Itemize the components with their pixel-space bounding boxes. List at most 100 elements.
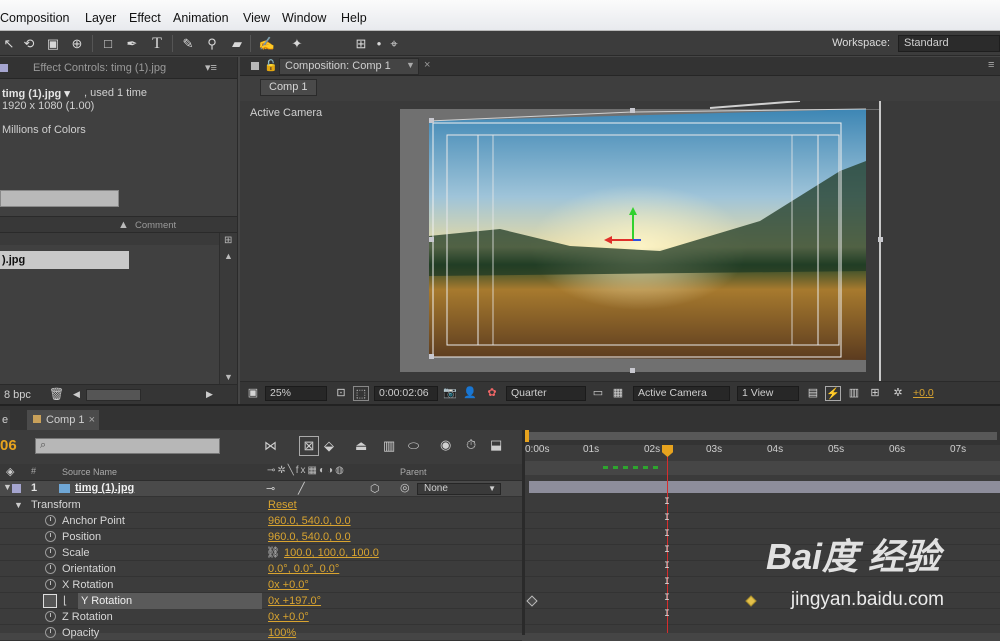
fit-icon[interactable]: ⊡ <box>333 386 349 401</box>
composition-mini-flowchart-icon[interactable]: ⋈ <box>264 438 277 454</box>
quality-switch-icon[interactable]: ╱ <box>298 482 305 495</box>
property-row-position[interactable]: Position 960.0, 540.0, 0.0 <box>0 529 522 545</box>
stopwatch-icon[interactable] <box>45 579 56 590</box>
keyframe[interactable] <box>526 595 538 607</box>
expand-twirl-icon[interactable]: ▼ <box>14 497 23 513</box>
panel-menu-icon[interactable]: ▾≡ <box>205 57 217 79</box>
label-tag-icon[interactable]: ◈ <box>6 465 14 478</box>
pixel-aspect-icon[interactable]: ▤ <box>805 386 821 401</box>
flowchart-icon[interactable]: ⊞ <box>867 386 883 401</box>
workspace-select[interactable]: Standard <box>898 35 1000 52</box>
property-value[interactable]: 100% <box>268 625 296 641</box>
handle-t[interactable] <box>630 108 635 113</box>
graph-editor-icon[interactable]: ⏱ <box>466 437 476 453</box>
fast-previews-icon[interactable]: ⚡ <box>825 386 841 401</box>
property-row-y-rotation[interactable]: ⌊ Y Rotation 0x +197.0° <box>0 593 522 609</box>
roto-brush-tool-icon[interactable]: ✍ <box>258 35 276 52</box>
show-snapshot-icon[interactable]: 👤 <box>462 386 478 401</box>
tab-render-queue[interactable]: e <box>0 410 11 430</box>
transform-group-row[interactable]: ▼ Transform Reset <box>0 497 522 513</box>
menu-help[interactable]: Help <box>341 11 367 25</box>
panel-menu-icon[interactable]: ≡ <box>988 59 994 71</box>
menu-effect[interactable]: Effect <box>129 11 161 25</box>
property-value[interactable]: 0x +0.0° <box>268 577 309 593</box>
comp-navigator-button[interactable]: Comp 1 <box>260 79 317 96</box>
stopwatch-icon[interactable] <box>45 563 56 574</box>
timecode-field[interactable]: 0:00:02:06 <box>374 386 438 401</box>
stopwatch-icon[interactable] <box>45 531 56 542</box>
current-time-display[interactable]: 06 <box>0 437 17 454</box>
search-field[interactable] <box>0 190 119 207</box>
menu-composition[interactable]: Composition <box>0 11 69 25</box>
eraser-tool-icon[interactable]: ▰ <box>228 35 246 52</box>
shy-icon[interactable]: ⬙ <box>324 438 334 454</box>
chevron-down-icon[interactable]: ▼ <box>406 60 415 70</box>
stopwatch-icon[interactable] <box>45 547 56 558</box>
handle-l[interactable] <box>429 237 434 242</box>
property-row-opacity[interactable]: Opacity 100% <box>0 625 522 641</box>
transform-reset-link[interactable]: Reset <box>268 497 297 513</box>
scroll-right-icon[interactable]: ▶ <box>206 389 213 400</box>
property-value[interactable]: 0.0°, 0.0°, 0.0° <box>268 561 339 577</box>
menu-animation[interactable]: Animation <box>173 11 229 25</box>
layer-row[interactable]: ▼ 1 timg (1).jpg ⊸ ╱ ⬡ ◎ None ▼ <box>0 481 522 497</box>
constrain-proportions-icon[interactable]: ⛓ <box>266 545 280 561</box>
menu-window[interactable]: Window <box>282 11 326 25</box>
selection-tool-icon[interactable]: ↖ <box>0 35 18 52</box>
effect-controls-title[interactable]: Effect Controls: timg (1).jpg <box>33 57 166 79</box>
property-row-orientation[interactable]: Orientation 0.0°, 0.0°, 0.0° <box>0 561 522 577</box>
composition-tab[interactable]: Composition: Comp 1 <box>279 58 419 75</box>
work-area-range[interactable] <box>527 432 997 440</box>
handle-b[interactable] <box>630 368 635 373</box>
property-value[interactable]: 0x +0.0° <box>268 609 309 625</box>
brush-tool-icon[interactable]: ✎ <box>179 35 197 52</box>
property-row-z-rotation[interactable]: Z Rotation 0x +0.0° <box>0 609 522 625</box>
source-name[interactable]: timg (1).jpg ▾ <box>2 87 70 100</box>
property-row-anchor-point[interactable]: Anchor Point 960.0, 540.0, 0.0 <box>0 513 522 529</box>
menu-view[interactable]: View <box>243 11 270 25</box>
expand-twirl-icon[interactable]: ▼ <box>3 482 12 492</box>
safe-zones-icon[interactable]: ⬚ <box>353 386 369 401</box>
graph-icon[interactable]: ⌊ <box>63 593 67 609</box>
viewer-canvas[interactable] <box>240 101 1000 381</box>
column-source-name-header[interactable]: Source Name <box>62 467 117 477</box>
rectangle-tool-icon[interactable]: □ <box>99 35 117 52</box>
keyframe-selected[interactable] <box>745 595 757 607</box>
property-row-x-rotation[interactable]: X Rotation 0x +0.0° <box>0 577 522 593</box>
clone-stamp-tool-icon[interactable]: ⚲ <box>203 35 221 52</box>
axis-mode-icon[interactable]: ⊞ <box>352 35 370 52</box>
work-area-bar[interactable] <box>525 428 1000 445</box>
comment-column-header[interactable]: Comment <box>135 220 176 231</box>
magnification-select[interactable]: 25% <box>265 386 327 401</box>
property-value[interactable]: 0x +197.0° <box>268 593 321 609</box>
shy-switch-icon[interactable]: ⊸ <box>266 482 275 495</box>
switches-header-icons[interactable]: ⊸✲╲fx▦◐◑◍ <box>267 465 346 476</box>
motion-blur-icon[interactable]: ▥ <box>383 438 395 454</box>
region-of-interest-icon[interactable]: ▭ <box>590 386 606 401</box>
pick-whip-icon[interactable]: ◎ <box>400 481 410 494</box>
close-icon[interactable]: × <box>89 410 95 430</box>
scroll-up-icon[interactable]: ▲ <box>224 251 233 261</box>
pen-tool-icon[interactable]: ✒ <box>123 35 141 52</box>
handle-bl[interactable] <box>429 354 434 359</box>
tab-comp-1[interactable]: Comp 1 × <box>27 410 99 430</box>
puppet-pin-tool-icon[interactable]: ✦ <box>288 35 306 52</box>
property-value[interactable]: 960.0, 540.0, 0.0 <box>268 513 351 529</box>
resolution-select[interactable]: Quarter <box>506 386 586 401</box>
auto-keyframe-icon[interactable]: ◉ <box>440 437 451 453</box>
timeline-icon[interactable]: ▥ <box>846 386 862 401</box>
view-layout-select[interactable]: 1 View <box>737 386 799 401</box>
always-preview-icon[interactable]: ▣ <box>245 386 261 401</box>
exposure-value[interactable]: +0.0 <box>913 387 934 399</box>
pan-behind-tool-icon[interactable]: ⊕ <box>68 35 86 52</box>
column-parent-header[interactable]: Parent <box>400 467 427 477</box>
3d-layer-icon[interactable]: ⬡ <box>370 482 380 495</box>
live-update-icon[interactable]: ⬓ <box>490 437 502 453</box>
handle-tl[interactable] <box>429 118 434 123</box>
column-number-header[interactable]: # <box>31 466 36 476</box>
snapshot-icon[interactable]: 📷 <box>442 386 458 401</box>
camera-view-select[interactable]: Active Camera <box>633 386 730 401</box>
exposure-reset-icon[interactable]: ✲ <box>890 386 906 401</box>
draft-3d-icon[interactable]: ⊠ <box>299 436 319 456</box>
transparency-grid-icon[interactable]: ▦ <box>610 386 626 401</box>
